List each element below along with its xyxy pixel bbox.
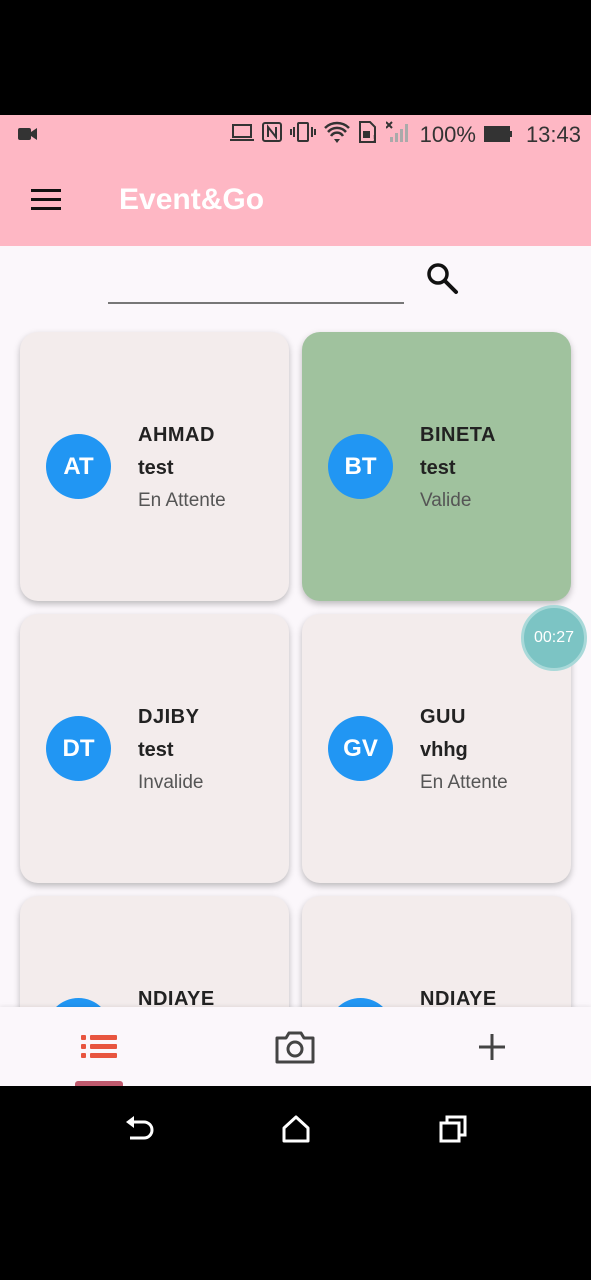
guest-status: Invalide (138, 772, 204, 793)
guest-status: Valide (420, 490, 472, 511)
menu-button[interactable] (28, 187, 64, 213)
guest-card[interactable]: NDIAYE (20, 896, 289, 1007)
search-input[interactable] (108, 266, 404, 302)
app-title: Event&Go (119, 183, 265, 216)
guest-status: En Attente (138, 490, 226, 511)
guest-status: En Attente (420, 772, 508, 793)
avatar (328, 998, 393, 1007)
system-recents-button[interactable] (434, 1110, 474, 1150)
wifi-icon (323, 121, 350, 149)
guest-name: BINETA (420, 424, 496, 446)
list-icon (81, 1035, 117, 1058)
avatar (46, 998, 111, 1007)
svg-text:!: ! (373, 134, 375, 143)
guest-name: GUU (420, 706, 466, 728)
guest-card[interactable]: BT BINETA test Valide (302, 332, 571, 601)
guest-name: NDIAYE (138, 988, 215, 1007)
status-bar: ! 100% 13:43 (0, 115, 591, 155)
battery-icon (483, 122, 512, 148)
guest-subtitle: vhhg (420, 739, 468, 761)
timer-value: 00:27 (533, 629, 575, 646)
hamburger-menu-icon (31, 189, 61, 192)
guest-name: NDIAYE (420, 988, 497, 1007)
guest-name: DJIBY (138, 706, 200, 728)
avatar: GV (328, 716, 393, 781)
avatar: DT (46, 716, 111, 781)
recents-icon (439, 1115, 467, 1143)
guest-card[interactable]: DT DJIBY test Invalide (20, 614, 289, 883)
main-content: AT AHMAD test En Attente BT BINETA test … (0, 246, 591, 1007)
no-signal-icon (384, 121, 412, 149)
laptop-icon (229, 122, 254, 148)
phone-screen: ! 100% 13:43 Event&Go AT AHMAD test En A… (0, 0, 591, 1280)
add-icon (479, 1034, 505, 1060)
back-icon (126, 1116, 154, 1140)
home-icon (282, 1115, 310, 1143)
guest-name: AHMAD (138, 424, 215, 446)
sim-icon: ! (358, 121, 378, 149)
nav-add-button[interactable] (468, 1025, 516, 1069)
search-field (108, 266, 404, 304)
guest-card[interactable]: NDIAYE (302, 896, 571, 1007)
nav-camera-button[interactable] (271, 1025, 319, 1069)
system-home-button[interactable] (276, 1110, 316, 1150)
clock: 13:43 (525, 122, 581, 147)
guest-subtitle: test (138, 739, 174, 761)
vibrate-icon (289, 122, 316, 148)
battery-percent: 100% (419, 122, 476, 147)
guest-card[interactable]: AT AHMAD test En Attente (20, 332, 289, 601)
video-camera-icon (18, 127, 38, 146)
avatar: BT (328, 434, 393, 499)
guest-subtitle: test (420, 457, 456, 479)
app-bar: Event&Go (0, 155, 591, 246)
camera-icon (275, 1031, 315, 1064)
search-icon (427, 263, 458, 294)
nav-list-button[interactable] (75, 1025, 123, 1069)
system-back-button[interactable] (118, 1110, 158, 1150)
system-navigation-bar (0, 1086, 591, 1280)
guest-subtitle: test (138, 457, 174, 479)
floating-timer[interactable]: 00:27 (521, 605, 587, 671)
search-button[interactable] (425, 261, 461, 297)
avatar: AT (46, 434, 111, 499)
nfc-icon (261, 122, 282, 148)
bottom-navigation (0, 1007, 591, 1086)
